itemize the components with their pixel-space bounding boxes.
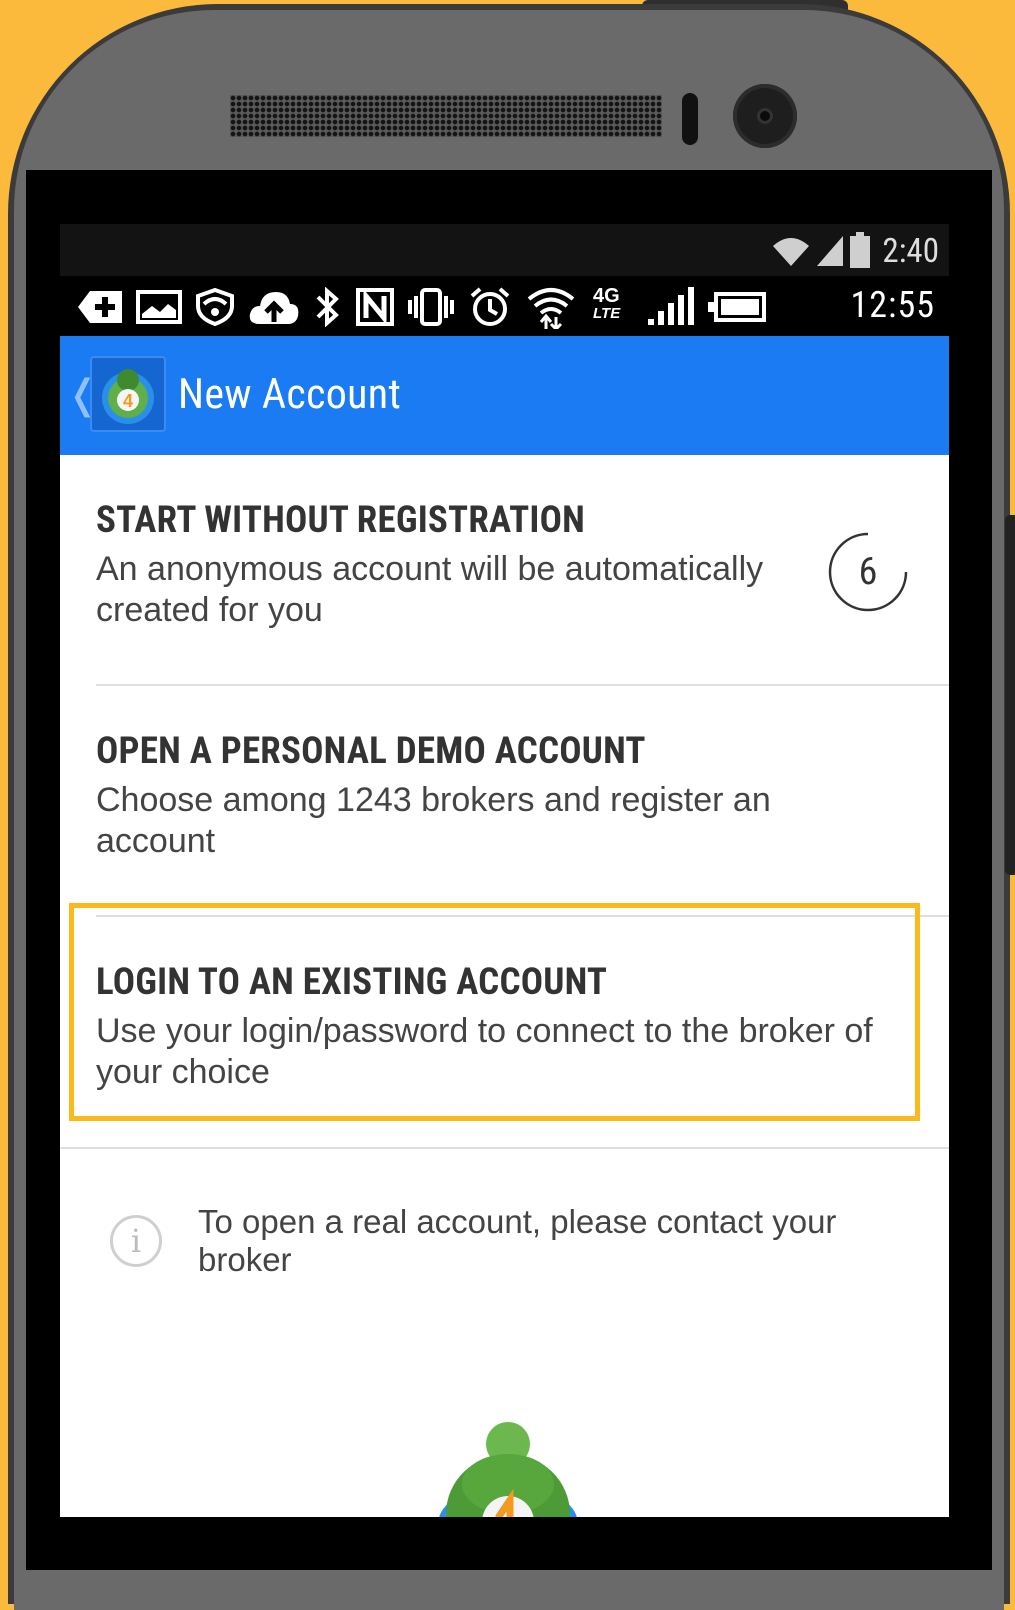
countdown-value: 6 <box>858 550 878 594</box>
info-text-line1: To open a real account, please contact y… <box>198 1203 837 1240</box>
secondary-status-icons <box>771 232 871 268</box>
nfc-icon <box>356 288 394 326</box>
status-bar: 4G LTE 12:55 <box>60 276 949 336</box>
info-text-line2: broker <box>198 1241 292 1278</box>
shield-icon <box>196 288 234 326</box>
option-subtitle-line1: An anonymous account will be automatical… <box>96 550 764 588</box>
app-bar: ❬ 4 New Account <box>60 336 949 455</box>
option-title: START WITHOUT REGISTRATION <box>96 499 585 542</box>
network-type-sub: LTE <box>593 305 621 322</box>
metatrader-logo-icon: 4 <box>102 369 154 424</box>
network-type-icon: 4G LTE <box>590 285 632 329</box>
bluetooth-icon <box>316 287 339 327</box>
alarm-icon <box>470 287 510 326</box>
metatrader-app-icon[interactable]: 4 <box>90 356 166 432</box>
battery-icon <box>850 232 870 268</box>
start-without-registration-option[interactable]: START WITHOUT REGISTRATION An anonymous … <box>60 455 949 685</box>
option-subtitle-line2: account <box>96 822 216 860</box>
wifi-transfer-icon <box>527 288 575 329</box>
camera-lens <box>757 108 773 124</box>
volume-button <box>1005 515 1015 875</box>
info-icon: i <box>110 1215 162 1267</box>
divider <box>60 1147 949 1149</box>
countdown-timer: 6 <box>828 532 908 612</box>
wifi-icon <box>773 238 809 266</box>
proximity-sensor <box>682 93 698 145</box>
cell-signal-icon <box>648 287 694 325</box>
real-account-info: i To open a real account, please contact… <box>60 1195 949 1315</box>
signal-icon <box>817 236 843 266</box>
phone-screen: 2:40 4G LTE 12:55 ❬ 4 New Account START … <box>60 224 949 1517</box>
highlight-frame <box>69 903 920 1121</box>
add-tab-icon <box>78 291 122 323</box>
option-subtitle-line2: created for you <box>96 591 323 629</box>
open-demo-account-option[interactable]: OPEN A PERSONAL DEMO ACCOUNT Choose amon… <box>60 686 949 916</box>
earpiece-speaker <box>230 95 662 137</box>
secondary-clock: 2:40 <box>882 232 939 271</box>
info-text: To open a real account, please contact y… <box>198 1203 898 1279</box>
status-icons: 4G LTE <box>78 284 766 330</box>
secondary-status-bar: 2:40 <box>60 224 949 276</box>
page-title: New Account <box>178 370 402 419</box>
cloud-upload-icon <box>249 292 299 324</box>
image-icon <box>136 290 182 324</box>
option-title: OPEN A PERSONAL DEMO ACCOUNT <box>96 730 646 773</box>
option-subtitle-line1: Choose among 1243 brokers and register a… <box>96 781 771 819</box>
vibrate-icon <box>408 288 454 326</box>
metatrader-logo-icon <box>439 1422 577 1517</box>
battery-full-icon <box>708 292 766 322</box>
clock: 12:55 <box>850 284 935 326</box>
app-icon-badge: 4 <box>123 391 133 411</box>
